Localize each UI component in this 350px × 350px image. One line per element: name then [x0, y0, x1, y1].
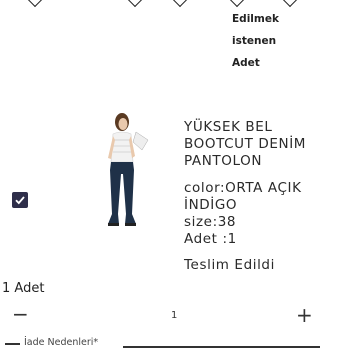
product-color-line1: color:ORTA AÇIK: [184, 180, 302, 196]
product-name-line2: BOOTCUT DENİM: [184, 136, 307, 152]
chevron-down-icon[interactable]: [27, 0, 43, 8]
return-reason-line: [5, 343, 20, 345]
chevron-down-icon[interactable]: [172, 0, 188, 8]
checkmark-icon: [15, 196, 25, 205]
chevron-down-icon[interactable]: [127, 0, 143, 8]
chevron-down-icon[interactable]: [229, 0, 245, 8]
product-name-line1: YÜKSEK BEL: [184, 119, 273, 135]
chevron-down-icon[interactable]: [282, 0, 298, 8]
quantity-value: 1: [171, 310, 178, 321]
column-header-line3: Adet: [232, 57, 260, 69]
product-color-line2: İNDİGO: [184, 197, 238, 213]
delivery-status: Teslim Edildi: [184, 257, 275, 273]
product-image: [82, 110, 172, 232]
column-header-line2: istenen: [232, 35, 277, 47]
product-quantity: Adet :1: [184, 231, 237, 247]
quantity-label: 1 Adet: [2, 281, 45, 296]
product-select-checkbox[interactable]: [12, 192, 28, 208]
return-reason-label[interactable]: İade Nedenleri*: [24, 337, 98, 348]
return-reason-select[interactable]: [123, 346, 320, 348]
decrement-button[interactable]: −: [12, 304, 29, 324]
column-header-line1: Edilmek: [232, 13, 279, 25]
product-name-line3: PANTOLON: [184, 153, 263, 169]
increment-button[interactable]: +: [296, 305, 313, 325]
product-size: size:38: [184, 214, 237, 230]
